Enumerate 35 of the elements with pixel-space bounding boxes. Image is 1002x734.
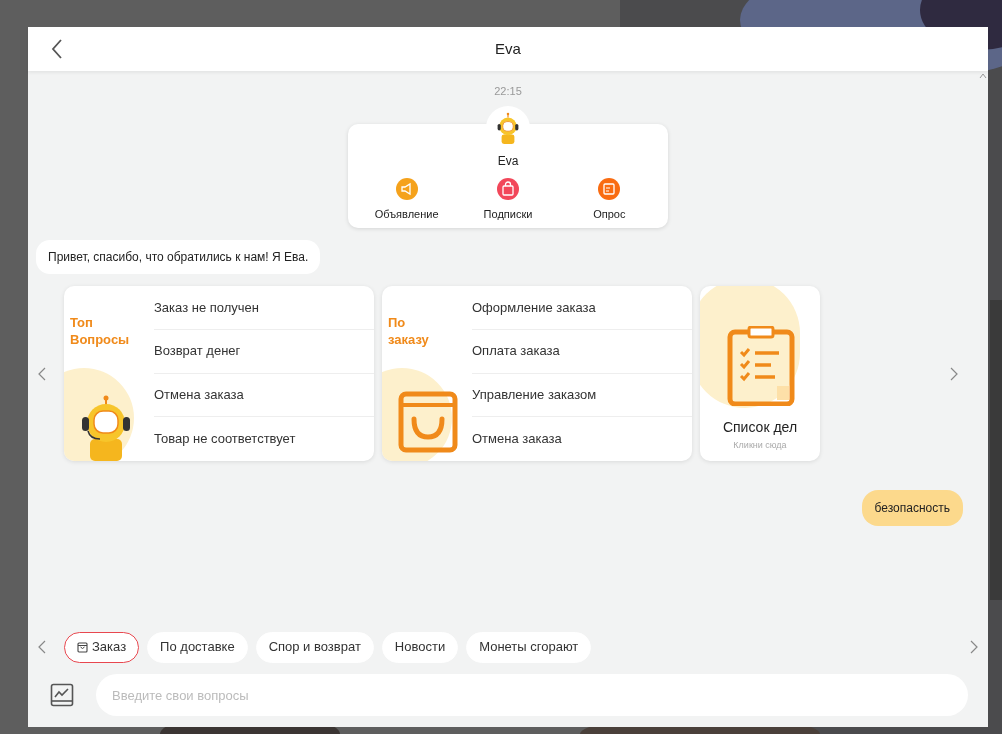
megaphone-icon[interactable] — [395, 178, 418, 200]
quick-reply-chip[interactable]: Новости — [381, 631, 459, 663]
quick-reply-chip[interactable]: Спор и возврат — [255, 631, 374, 663]
timestamp: 22:15 — [493, 85, 523, 98]
image-icon[interactable] — [50, 683, 74, 707]
question-item[interactable]: Отмена заказа — [472, 417, 692, 461]
action-label[interactable]: Опрос — [593, 206, 626, 223]
question-item[interactable]: Товар не соответствует — [154, 417, 374, 461]
card-title: Список дел — [721, 418, 799, 437]
question-item[interactable]: Отмена заказа — [154, 373, 374, 418]
card-title: По заказу — [388, 314, 430, 348]
question-item[interactable]: Заказ не получен — [154, 286, 374, 330]
shopping-bag-icon — [398, 391, 458, 453]
quick-reply-chip[interactable]: Заказ — [64, 631, 140, 663]
message-bubble: безопасность — [861, 490, 963, 526]
bot-name: Eva — [496, 153, 520, 170]
todo-card[interactable]: Список дел Кликни сюда — [700, 286, 820, 461]
robot-icon — [497, 112, 519, 144]
action-label[interactable]: Объявление — [374, 206, 439, 223]
chat-title: Eva — [495, 38, 521, 59]
question-item[interactable]: Управление заказом — [472, 373, 692, 418]
question-item[interactable]: Оформление заказа — [472, 286, 692, 330]
question-item[interactable]: Оплата заказа — [472, 329, 692, 374]
clipboard-icon — [727, 326, 795, 406]
quick-reply-chip[interactable]: По доставке — [147, 631, 248, 663]
message-bubble: Привет, спасибо, что обратились к нам! Я Ева. — [36, 240, 321, 274]
message-input[interactable]: Введите свои вопросы — [96, 674, 968, 716]
bag-icon[interactable] — [497, 178, 519, 200]
question-item[interactable]: Возврат денег — [154, 329, 374, 374]
card-subtitle: Кликни сюда — [732, 439, 788, 452]
scroll-up-icon[interactable] — [979, 73, 987, 79]
action-label[interactable]: Подписки — [483, 206, 533, 223]
form-icon[interactable] — [598, 178, 621, 200]
quick-reply-chip[interactable]: Монеты сгорают — [466, 631, 592, 663]
card-title: Топ Вопросы — [70, 314, 131, 348]
